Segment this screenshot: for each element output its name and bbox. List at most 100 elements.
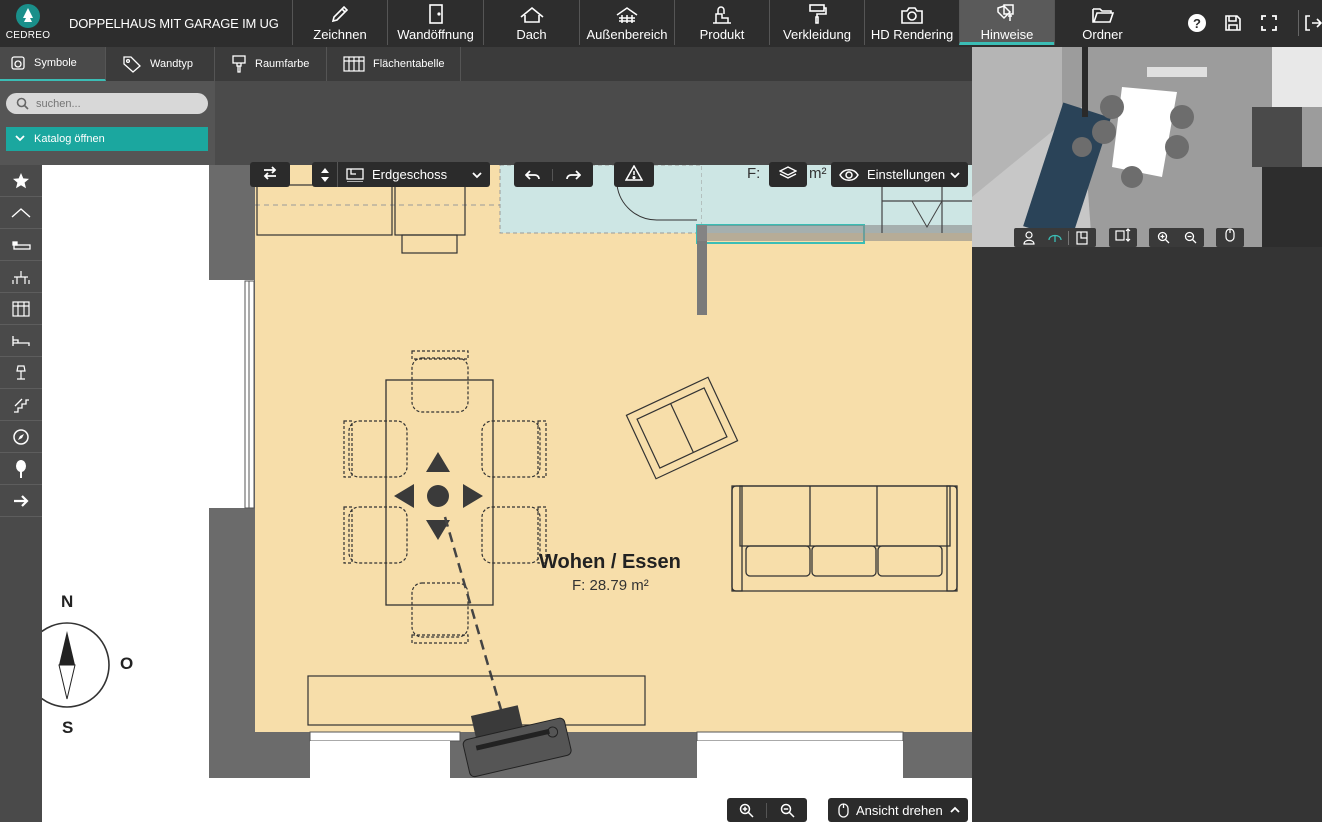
- tool-dach[interactable]: Dach: [483, 0, 579, 45]
- tool-zeichnen[interactable]: Zeichnen: [292, 0, 387, 45]
- partial-area-label: F:: [747, 165, 761, 182]
- warning-icon: [624, 164, 644, 184]
- roof-line-icon[interactable]: [0, 197, 42, 229]
- partial-area-unit: m²: [809, 165, 827, 182]
- tool-hinweise[interactable]: Hinweise: [959, 0, 1054, 45]
- paintbrush-icon: [231, 54, 247, 74]
- chevron-up-icon: [950, 806, 960, 814]
- level-selector[interactable]: Erdgeschoss: [312, 162, 490, 187]
- undo-icon[interactable]: [514, 168, 553, 181]
- zoom-out-icon[interactable]: [1177, 231, 1204, 244]
- orbit-view-icon[interactable]: [1042, 232, 1068, 244]
- door-icon: [388, 0, 483, 26]
- chevron-down-icon: [6, 134, 34, 145]
- compass-south: S: [62, 718, 74, 737]
- chevron-down-icon: [950, 171, 960, 179]
- tool-label: Außenbereich: [586, 27, 668, 42]
- tab-flaechentabelle[interactable]: Flächentabelle: [327, 47, 461, 81]
- panel-filler: [215, 81, 972, 165]
- top-toolbar: CEDREO DOPPELHAUS MIT GARAGE IM UG Zeich…: [0, 0, 1322, 47]
- eye-icon: [839, 168, 859, 182]
- tab-label: Wandtyp: [150, 58, 194, 70]
- camera-icon: [865, 0, 959, 26]
- catalog-panel: Katalog öffnen: [0, 81, 215, 165]
- tags-icon: [960, 0, 1054, 26]
- logo-tree-icon: [16, 4, 40, 28]
- level-label: Erdgeschoss: [372, 167, 448, 182]
- symbols-icon: [10, 55, 26, 71]
- lamp-icon[interactable]: [0, 357, 42, 389]
- settings-dropdown[interactable]: Einstellungen: [831, 162, 968, 187]
- catalog-open-button[interactable]: Katalog öffnen: [6, 127, 208, 151]
- mouse-icon: [1225, 228, 1235, 247]
- rotate-view-label: Ansicht drehen: [856, 802, 943, 818]
- project-title[interactable]: DOPPELHAUS MIT GARAGE IM UG: [69, 16, 279, 31]
- table-icon: [343, 55, 365, 73]
- floor-plan-canvas[interactable]: N O S Wohen / Essen F: 28.79 m² F: m²: [42, 165, 972, 822]
- tool-produkt[interactable]: Produkt: [674, 0, 769, 45]
- compass-icon[interactable]: [0, 421, 42, 453]
- undo-redo-group: [514, 162, 593, 187]
- rotate-view-button[interactable]: Ansicht drehen: [828, 798, 968, 822]
- stairs-icon[interactable]: [0, 389, 42, 421]
- outdoor-icon: [580, 0, 674, 26]
- tab-raumfarbe[interactable]: Raumfarbe: [215, 47, 327, 81]
- layers-button[interactable]: [769, 162, 807, 187]
- height-adjust-icon: [1115, 228, 1131, 247]
- compass-east: O: [120, 654, 134, 673]
- paint-roller-icon: [770, 0, 864, 26]
- zoom-out-icon[interactable]: [767, 803, 807, 818]
- settings-label: Einstellungen: [867, 167, 946, 182]
- tool-label: Ordner: [1082, 27, 1123, 42]
- room-fill: [255, 165, 972, 732]
- app-root: CEDREO DOPPELHAUS MIT GARAGE IM UG Zeich…: [0, 0, 1322, 822]
- cabinet-icon[interactable]: [0, 293, 42, 325]
- 3d-zoom-group: [1149, 228, 1204, 247]
- sofa-icon[interactable]: [0, 229, 42, 261]
- tool-verkleidung[interactable]: Verkleidung: [769, 0, 864, 45]
- tool-hd-rendering[interactable]: HD Rendering: [864, 0, 959, 45]
- tab-symbole[interactable]: Symbole: [0, 47, 106, 81]
- exit-icon[interactable]: [1298, 10, 1322, 36]
- tool-ordner[interactable]: Ordner: [1054, 0, 1150, 45]
- search-icon: [16, 97, 29, 115]
- tool-label: Produkt: [699, 27, 745, 42]
- mouse-icon: [838, 802, 849, 818]
- search-input[interactable]: [36, 95, 196, 112]
- save-icon[interactable]: [1220, 10, 1246, 36]
- help-icon[interactable]: ?: [1184, 10, 1210, 36]
- redo-icon[interactable]: [553, 169, 592, 181]
- tab-label: Flächentabelle: [373, 58, 445, 70]
- tool-label: HD Rendering: [870, 27, 954, 42]
- tool-aussenbereich[interactable]: Außenbereich: [579, 0, 674, 45]
- tab-wandtyp[interactable]: Wandtyp: [106, 47, 215, 81]
- level-updown-icon: [312, 162, 338, 187]
- subtab-bar: Symbole Wandtyp Raumfarbe Flächentabelle: [0, 47, 972, 81]
- floor-plan-icon: [346, 167, 364, 182]
- tool-label: Dach: [516, 27, 547, 42]
- arrow-right-icon[interactable]: [0, 485, 42, 517]
- star-icon[interactable]: [0, 165, 42, 197]
- zoom-in-icon[interactable]: [727, 802, 767, 818]
- person-view-icon[interactable]: [1016, 230, 1042, 245]
- fullscreen-icon[interactable]: [1256, 10, 1282, 36]
- floor-view-icon[interactable]: [1068, 230, 1094, 245]
- 3d-view-mode-group: [1014, 228, 1096, 247]
- 3d-preview[interactable]: [972, 47, 1322, 247]
- logo: CEDREO: [4, 4, 52, 44]
- tree-icon[interactable]: [0, 453, 42, 485]
- height-adjust-button[interactable]: [1109, 228, 1137, 247]
- mouse-mode-button[interactable]: [1216, 228, 1244, 247]
- zoom-in-icon[interactable]: [1150, 231, 1177, 244]
- tool-wandoeffnung[interactable]: Wandöffnung: [387, 0, 483, 45]
- warning-button[interactable]: [614, 162, 654, 187]
- tool-label: Hinweise: [980, 27, 1034, 42]
- bed-icon[interactable]: [0, 325, 42, 357]
- tab-label: Raumfarbe: [255, 58, 310, 70]
- right-panel: [972, 247, 1322, 822]
- dining-icon[interactable]: [0, 261, 42, 293]
- search-box[interactable]: [6, 93, 208, 114]
- tool-label: Zeichnen: [313, 27, 367, 42]
- room-area: F: 28.79 m²: [572, 577, 649, 594]
- swap-button[interactable]: [250, 162, 290, 187]
